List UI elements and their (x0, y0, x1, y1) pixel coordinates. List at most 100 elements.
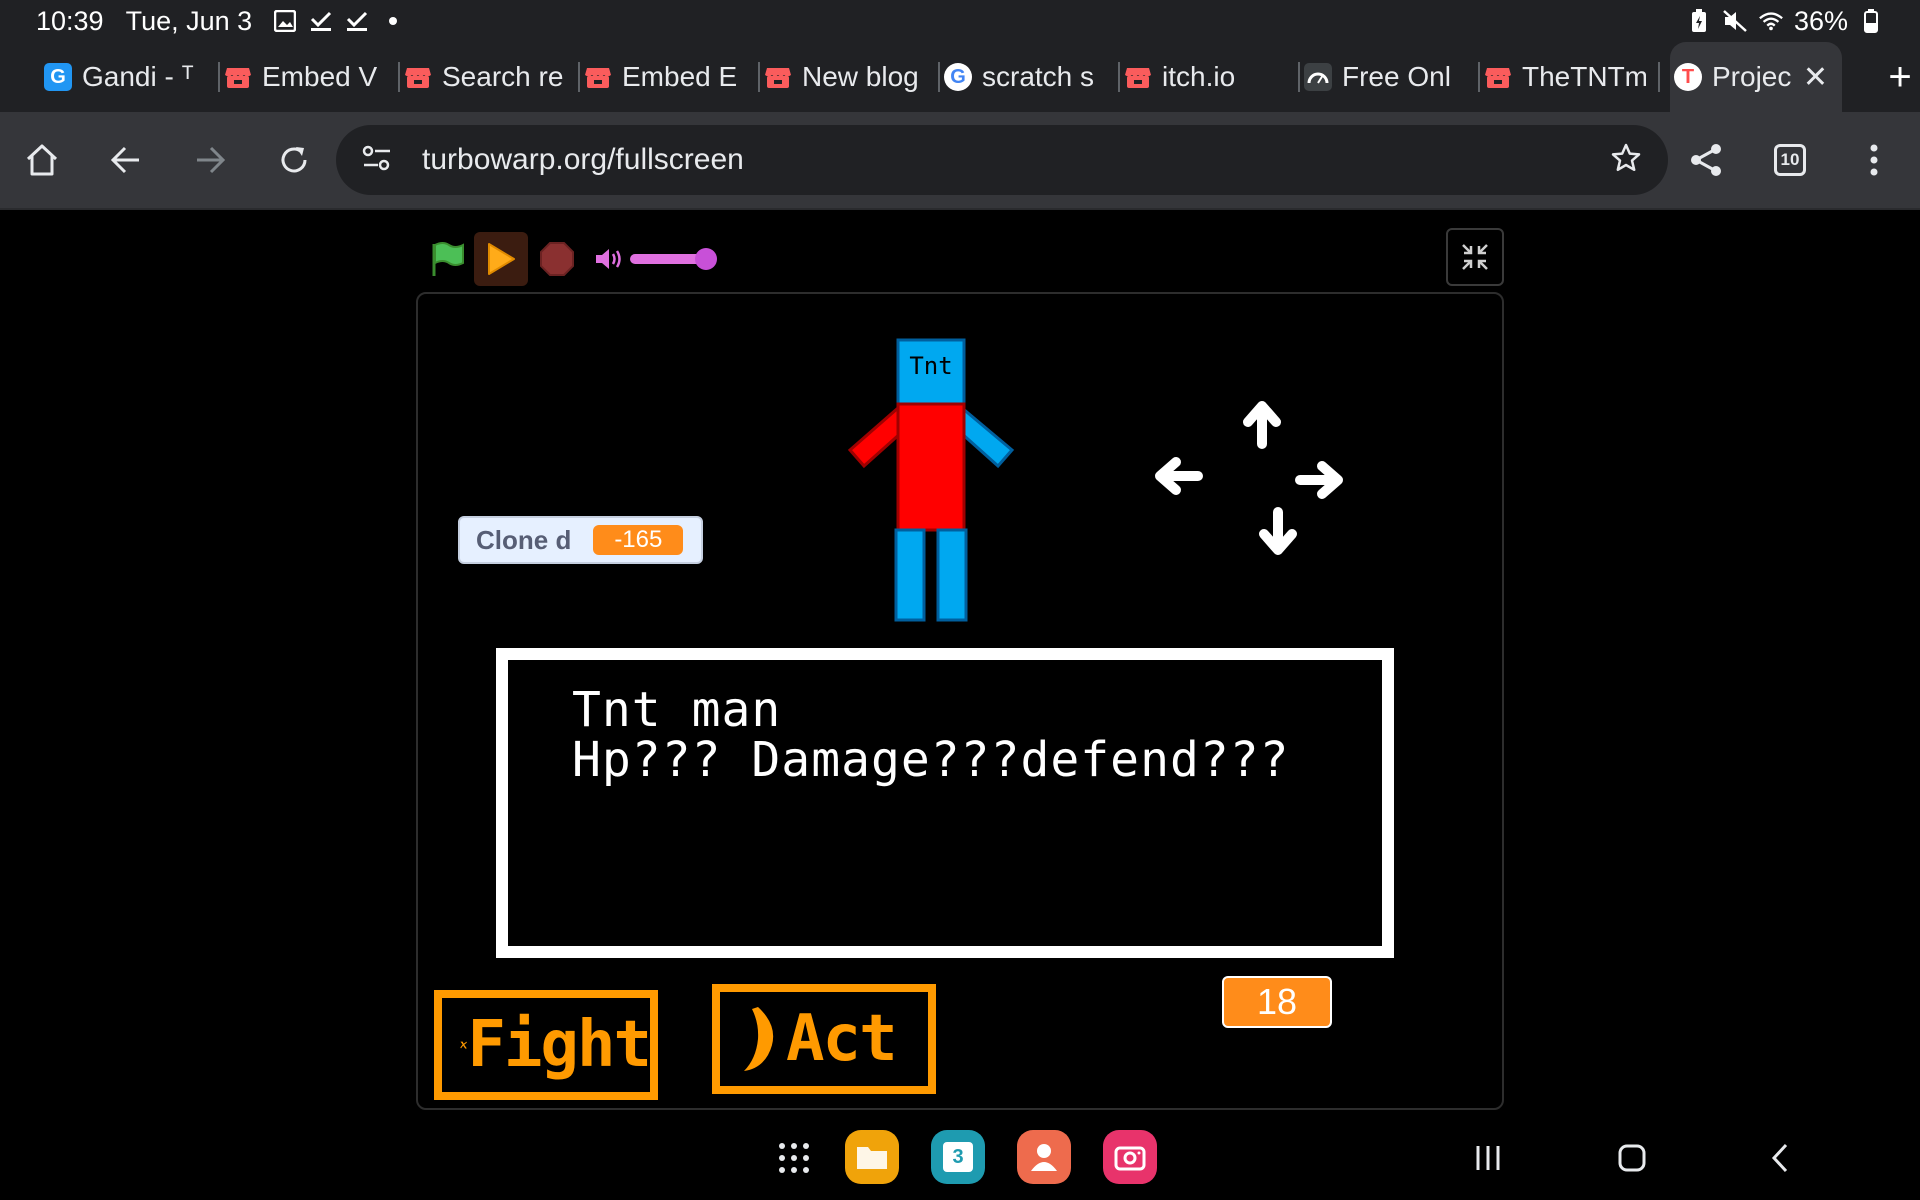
back-nav-button[interactable] (1760, 1138, 1800, 1178)
url-text[interactable]: turbowarp.org/fullscreen (422, 143, 744, 177)
volume-slider[interactable] (630, 254, 702, 264)
itch-icon (1484, 63, 1512, 91)
green-flag-icon (432, 242, 464, 276)
variable-monitor: Clone d -165 (458, 516, 703, 564)
tab-itch[interactable]: itch.io (1120, 42, 1300, 112)
date: Tue, Jun 3 (125, 5, 253, 36)
tab-label: Embed V (262, 61, 378, 92)
fight-label: Fight (467, 1008, 652, 1082)
page-content: Tnt Clone d -165 Tnt man Hp??? Damage???… (0, 212, 1920, 1110)
itch-icon (584, 63, 612, 91)
new-tab-button[interactable]: + (1880, 55, 1920, 100)
home-button[interactable] (20, 138, 64, 182)
reload-button[interactable] (272, 138, 316, 182)
home-nav-button[interactable] (1612, 1138, 1652, 1178)
menu-button[interactable] (1852, 138, 1896, 182)
home-square-icon (1618, 1144, 1646, 1172)
tab-gandi[interactable]: G Gandi - ᵀ (40, 42, 220, 112)
dialog-box: Tnt man Hp??? Damage???defend??? (496, 648, 1394, 958)
tab-label: Free Onl (1342, 61, 1451, 92)
itch-icon (1124, 63, 1152, 91)
share-icon (1691, 144, 1721, 176)
forward-arrow-icon (197, 146, 226, 174)
tab-switcher-button[interactable]: 10 (1768, 138, 1812, 182)
tab-label: TheTNTm (1522, 61, 1646, 92)
navigation-bar: 3 (0, 1110, 1920, 1200)
exit-fullscreen-button[interactable] (1446, 228, 1504, 286)
dialog-line-name: Tnt man (572, 682, 782, 738)
tab-label: Search re (442, 61, 564, 92)
tab-free-online[interactable]: Free Onl (1300, 42, 1480, 112)
app-drawer-button[interactable] (774, 1138, 814, 1178)
home-icon (26, 144, 58, 176)
tab-label: Gandi - ᵀ (82, 61, 194, 92)
forward-button[interactable] (188, 138, 232, 182)
play-icon (488, 243, 515, 275)
contacts-app[interactable] (1017, 1130, 1071, 1184)
files-app[interactable] (845, 1130, 899, 1184)
tab-embed-e[interactable]: Embed E (580, 42, 760, 112)
volume-button[interactable] (582, 232, 636, 286)
itch-icon (224, 63, 252, 91)
tab-scratch[interactable]: G scratch s (940, 42, 1120, 112)
itch-icon (404, 63, 432, 91)
act-label: Act (786, 1002, 898, 1076)
google-icon: G (944, 63, 972, 91)
site-settings-icon[interactable] (362, 145, 392, 176)
act-button[interactable]: Act (712, 984, 936, 1094)
dialog-line-stats: Hp??? Damage???defend??? (572, 732, 1290, 788)
tab-label: Projec (1712, 61, 1792, 92)
tab-search[interactable]: Search re (400, 42, 580, 112)
tab-label: scratch s (982, 61, 1095, 92)
player-controls (420, 220, 1504, 286)
right-arrow-icon (1295, 461, 1343, 499)
battery-saver-icon (1686, 8, 1712, 34)
exit-fullscreen-icon (1462, 244, 1488, 270)
calendar-app[interactable]: 3 (931, 1130, 985, 1184)
bookmark-star-icon[interactable] (1610, 142, 1642, 179)
more-vert-icon (1870, 144, 1878, 176)
battery-icon (1858, 8, 1884, 34)
share-button[interactable] (1684, 138, 1728, 182)
recents-button[interactable] (1468, 1138, 1508, 1178)
green-flag-button[interactable] (420, 232, 474, 286)
speedometer-icon (1304, 63, 1332, 91)
turbowarp-icon: T (1674, 63, 1702, 91)
folder-icon (857, 1147, 887, 1169)
contact-person-icon (1031, 1144, 1057, 1171)
address-bar[interactable]: turbowarp.org/fullscreen (336, 125, 1668, 195)
battery-percent: 36% (1793, 5, 1848, 36)
mute-icon (1722, 8, 1748, 34)
tab-project[interactable]: T Projec ✕ (1670, 42, 1842, 112)
play-button[interactable] (474, 232, 528, 286)
tab-label: Embed E (622, 61, 738, 92)
back-button[interactable] (104, 138, 148, 182)
monitor-label: Clone d (476, 524, 572, 555)
project-stage[interactable]: Tnt Clone d -165 Tnt man Hp??? Damage???… (416, 292, 1504, 1110)
sprite-label: Tnt (909, 352, 953, 380)
gandi-icon: G (44, 63, 72, 91)
monitor-value: -165 (593, 525, 684, 555)
left-arrow-icon (1155, 457, 1203, 495)
fight-button[interactable]: Fight (434, 990, 658, 1100)
image-icon (272, 8, 298, 34)
volume-slider-thumb[interactable] (695, 248, 717, 270)
dot-icon (380, 8, 406, 34)
back-arrow-icon (110, 146, 139, 174)
browser-toolbar: turbowarp.org/fullscreen 10 (0, 112, 1920, 210)
apps-grid-icon (779, 1143, 809, 1173)
arrow-keys-graphic (1155, 401, 1343, 555)
tab-thetntm[interactable]: TheTNTm (1480, 42, 1660, 112)
tab-new-blog[interactable]: New blog (760, 42, 940, 112)
close-tab-icon[interactable]: ✕ (1803, 60, 1828, 95)
stop-button[interactable] (530, 232, 584, 286)
tab-count: 10 (1774, 144, 1806, 176)
speaker-icon (596, 249, 621, 269)
wifi-icon (1758, 8, 1784, 34)
tab-embed-v[interactable]: Embed V (220, 42, 400, 112)
tab-label: New blog (802, 61, 919, 92)
stop-icon (540, 242, 574, 276)
status-bar: 10:39 Tue, Jun 3 36% (0, 0, 1920, 42)
recents-icon (1476, 1146, 1500, 1170)
camera-app[interactable] (1103, 1130, 1157, 1184)
